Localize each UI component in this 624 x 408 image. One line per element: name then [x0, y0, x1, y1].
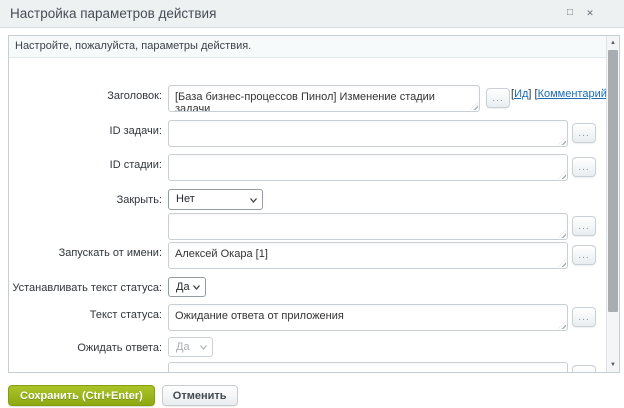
- status-text-field-label: Текст статуса:: [9, 308, 162, 322]
- id-link[interactable]: Ид: [514, 88, 528, 100]
- close-expression-textarea[interactable]: [168, 213, 568, 240]
- wait-response-field-label: Ожидать ответа:: [9, 341, 162, 355]
- save-button[interactable]: Сохранить (Ctrl+Enter): [8, 385, 155, 406]
- close-field-label: Закрыть:: [9, 193, 162, 207]
- dialog-titlebar: Настройка параметров действия □ ✕: [0, 0, 624, 28]
- stage-id-field-label: ID стадии:: [9, 158, 162, 172]
- status-text-more-button[interactable]: ...: [572, 307, 596, 327]
- hint-text: Настройте, пожалуйста, параметры действи…: [15, 40, 251, 52]
- set-status-text-select-value: Да: [176, 281, 190, 293]
- close-select[interactable]: Нет: [168, 189, 263, 210]
- scrollbar-thumb[interactable]: [608, 50, 618, 312]
- task-id-textarea[interactable]: [168, 120, 568, 147]
- chevron-down-icon: [200, 345, 207, 350]
- cancel-button[interactable]: Отменить: [162, 385, 238, 406]
- run-as-textarea[interactable]: Алексей Окара [1]: [168, 242, 568, 269]
- task-id-field-wrap: [168, 120, 568, 147]
- status-text-field-wrap: Ожидание ответа от приложения: [168, 304, 568, 331]
- clipped-more-button[interactable]: ...: [572, 365, 596, 373]
- close-select-value: Нет: [176, 193, 195, 205]
- scroll-down-icon[interactable]: ▼: [607, 359, 619, 371]
- run-as-more-button[interactable]: ...: [572, 245, 596, 265]
- footer-button-bar: Сохранить (Ctrl+Enter) Отменить: [8, 385, 238, 406]
- close-expression-wrap: [168, 213, 568, 240]
- title-textarea[interactable]: [База бизнес-процессов Пинол] Изменение …: [168, 85, 480, 112]
- title-field-label: Заголовок:: [9, 89, 162, 103]
- task-id-more-button[interactable]: ...: [572, 123, 596, 143]
- run-as-field-wrap: Алексей Окара [1]: [168, 242, 568, 269]
- maximize-icon[interactable]: □: [562, 5, 578, 21]
- stage-id-textarea[interactable]: [168, 154, 568, 181]
- title-field-wrap: [База бизнес-процессов Пинол] Изменение …: [168, 85, 480, 112]
- set-status-text-field-label: Устанавливать текст статуса:: [9, 281, 162, 295]
- comment-link[interactable]: Комментарий: [538, 88, 607, 100]
- scrollbar[interactable]: ▲ ▼: [606, 36, 619, 372]
- status-text-textarea[interactable]: Ожидание ответа от приложения: [168, 304, 568, 331]
- close-more-button[interactable]: ...: [572, 216, 596, 236]
- task-id-field-label: ID задачи:: [9, 124, 162, 138]
- stage-id-more-button[interactable]: ...: [572, 157, 596, 177]
- scroll-up-icon[interactable]: ▲: [607, 37, 619, 49]
- hint-bar: Настройте, пожалуйста, параметры действи…: [9, 36, 606, 58]
- run-as-field-label: Запускать от имени:: [9, 246, 162, 260]
- clipped-field-wrap: [168, 362, 568, 373]
- clipped-textarea[interactable]: [168, 362, 568, 373]
- close-icon[interactable]: ✕: [582, 5, 598, 21]
- dialog-title: Настройка параметров действия: [10, 0, 216, 27]
- stage-id-field-wrap: [168, 154, 568, 181]
- wait-response-select-value: Да: [176, 341, 190, 353]
- chevron-down-icon: [193, 285, 200, 290]
- settings-form-panel: Настройте, пожалуйста, параметры действи…: [8, 35, 620, 373]
- title-more-button[interactable]: ...: [486, 88, 510, 108]
- bracket: ]: [528, 88, 531, 100]
- chevron-down-icon: [250, 198, 257, 203]
- wait-response-select: Да: [168, 337, 213, 357]
- set-status-text-select[interactable]: Да: [168, 277, 206, 297]
- title-links: [Ид] [Комментарий]: [511, 86, 610, 102]
